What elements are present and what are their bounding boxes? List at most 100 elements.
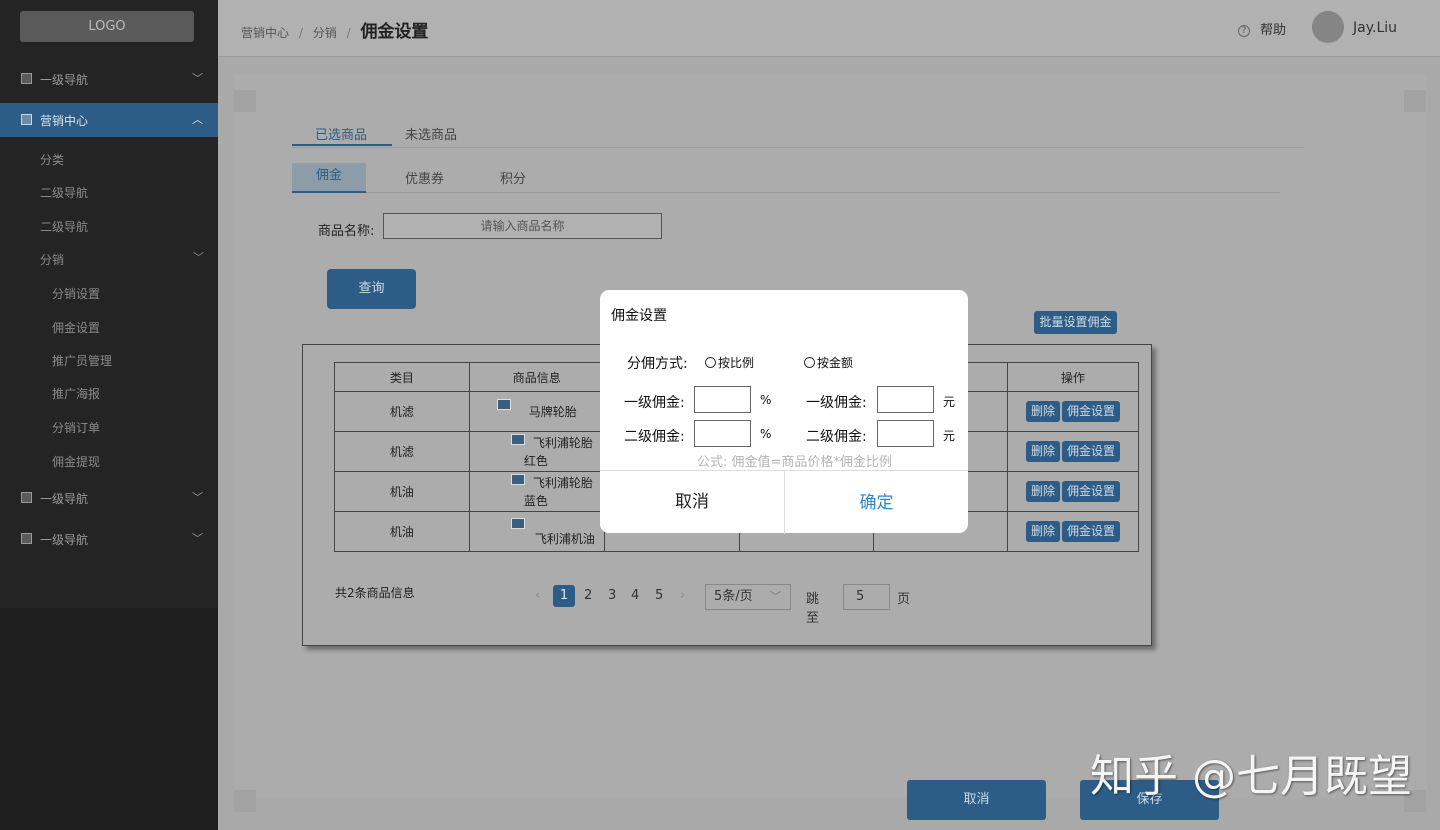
batch-commission-button[interactable]: 批量设置佣金 [1034, 311, 1117, 334]
tab-unselected-goods[interactable]: 未选商品 [405, 124, 457, 143]
breadcrumb-marketing[interactable]: 营销中心 [241, 26, 289, 40]
sidebar-item-nav3[interactable]: 一级导航 ﹀ [0, 522, 218, 556]
level2-amount-label: 二级佣金: [806, 429, 867, 445]
goods-tabs: 已选商品 未选商品 [292, 120, 1304, 148]
corner-decoration [234, 90, 256, 112]
breadcrumb-separator: / [346, 26, 351, 40]
jump-input[interactable]: 5 [843, 584, 890, 610]
help-link[interactable]: ? 帮助 [1238, 19, 1286, 38]
dialog-title: 佣金设置 [611, 308, 667, 324]
commission-setting-button[interactable]: 佣金设置 [1062, 481, 1121, 502]
sidebar-subitem-orders[interactable]: 分销订单 [52, 419, 100, 436]
chevron-down-icon: ﹀ [770, 590, 781, 603]
image-icon [510, 517, 525, 529]
chevron-up-icon: ︿ [192, 113, 203, 126]
goods-name-input[interactable]: 请输入商品名称 [383, 213, 662, 239]
mode-label: 分佣方式: [627, 356, 688, 372]
commission-setting-button[interactable]: 佣金设置 [1062, 521, 1121, 542]
menu-square-icon [21, 492, 32, 503]
tab-points[interactable]: 积分 [500, 168, 526, 187]
sidebar-item-nav1[interactable]: 一级导航 ﹀ [0, 62, 218, 96]
page-size-value: 5条/页 [714, 589, 753, 604]
level2-ratio-input[interactable] [694, 420, 751, 447]
sidebar-subitem-nav2b[interactable]: 二级导航 [40, 218, 88, 235]
level2-ratio-label: 二级佣金: [624, 429, 685, 445]
dialog-cancel-button[interactable]: 取消 [600, 471, 785, 534]
percent-unit: % [760, 427, 772, 441]
delete-button[interactable]: 删除 [1026, 441, 1061, 462]
sidebar-subitem-promoter[interactable]: 推广员管理 [52, 352, 112, 369]
chevron-down-icon: ﹀ [192, 491, 203, 504]
level1-ratio-input[interactable] [694, 386, 751, 413]
page-5[interactable]: 5 [655, 588, 663, 603]
sidebar-subitem-classify[interactable]: 分类 [40, 151, 64, 168]
cell-actions: 删除 佣金设置 [1007, 431, 1139, 472]
jump-label: 跳至 [806, 592, 820, 626]
page-size-select[interactable]: 5条/页 ﹀ [705, 584, 791, 610]
col-header-actions: 操作 [1007, 362, 1139, 392]
avatar[interactable] [1312, 11, 1344, 43]
sidebar-subitem-commission-setting[interactable]: 佣金设置 [52, 319, 100, 336]
cell-category: 机滤 [334, 391, 470, 432]
delete-button[interactable]: 删除 [1026, 481, 1061, 502]
page-3[interactable]: 3 [608, 588, 616, 603]
sidebar: LOGO 一级导航 ﹀ 营销中心 ︿ 分类 二级导航 二级导航 分销 ﹀ 分销设… [0, 0, 218, 830]
chevron-down-icon: ﹀ [193, 251, 204, 264]
sidebar-item-nav2[interactable]: 一级导航 ﹀ [0, 481, 218, 515]
sidebar-item-marketing[interactable]: 营销中心 ︿ [0, 103, 218, 137]
commission-setting-button[interactable]: 佣金设置 [1062, 441, 1121, 462]
tab-commission[interactable]: 佣金 [292, 163, 366, 193]
user-name[interactable]: Jay.Liu [1353, 20, 1397, 36]
radio-by-ratio[interactable]: 按比例 [705, 354, 754, 371]
sidebar-subitem-nav2a[interactable]: 二级导航 [40, 184, 88, 201]
page-4[interactable]: 4 [631, 588, 639, 603]
sidebar-subitem-poster[interactable]: 推广海报 [52, 385, 100, 402]
cancel-button[interactable]: 取消 [907, 780, 1046, 820]
total-count: 共2条商品信息 [335, 586, 415, 600]
dialog-confirm-button[interactable]: 确定 [785, 471, 968, 534]
level1-ratio-label: 一级佣金: [624, 395, 685, 411]
sidebar-item-label: 一级导航 [40, 73, 89, 87]
goods-name: 飞利浦机油 [534, 531, 595, 546]
prev-page-button[interactable]: ‹ [535, 588, 540, 603]
delete-button[interactable]: 删除 [1026, 521, 1061, 542]
cell-goods-info: 飞利浦轮胎 蓝色 [468, 471, 605, 512]
next-page-button[interactable]: › [680, 588, 685, 603]
sidebar-subitem-fenxiao-setting[interactable]: 分销设置 [52, 285, 100, 302]
logo: LOGO [20, 11, 194, 42]
menu-square-icon [21, 73, 32, 84]
goods-name: 马牌轮胎 [528, 405, 577, 419]
breadcrumb-fenxiao[interactable]: 分销 [313, 26, 337, 40]
page-word: 页 [897, 592, 911, 607]
col-header-goods-info: 商品信息 [468, 362, 605, 392]
page-2[interactable]: 2 [584, 588, 592, 603]
sidebar-subitem-withdraw[interactable]: 佣金提现 [52, 453, 100, 470]
goods-variant: 蓝色 [523, 493, 548, 508]
goods-name: 飞利浦轮胎 [532, 435, 593, 450]
tab-selected-goods[interactable]: 已选商品 [315, 124, 367, 143]
formula-hint: 公式: 佣金值=商品价格*佣金比例 [697, 455, 892, 470]
cell-actions: 删除 佣金设置 [1007, 471, 1139, 512]
radio-by-amount[interactable]: 按金额 [804, 354, 853, 371]
cell-goods-info: 飞利浦机油 [468, 511, 605, 552]
sidebar-subitem-fenxiao[interactable]: 分销 ﹀ [40, 251, 210, 268]
cell-goods-info: 马牌轮胎 [468, 391, 605, 432]
top-header: 营销中心 / 分销 / 佣金设置 ? 帮助 Jay.Liu [218, 0, 1440, 57]
delete-button[interactable]: 删除 [1026, 401, 1061, 422]
reward-tabs: 佣金 优惠券 积分 [292, 163, 1280, 193]
tab-label: 佣金 [315, 168, 342, 183]
radio-circle-icon [705, 357, 716, 368]
page-1[interactable]: 1 [553, 585, 575, 607]
radio-label: 按金额 [817, 356, 854, 370]
question-icon: ? [1238, 25, 1250, 37]
chevron-down-icon: ﹀ [192, 532, 203, 545]
tab-coupon[interactable]: 优惠券 [405, 168, 444, 187]
commission-setting-button[interactable]: 佣金设置 [1062, 401, 1121, 422]
level2-amount-input[interactable] [877, 420, 934, 447]
cell-category: 机滤 [334, 431, 470, 472]
query-button[interactable]: 查询 [327, 269, 416, 309]
level1-amount-label: 一级佣金: [806, 395, 867, 411]
goods-name: 飞利浦轮胎 [532, 475, 593, 490]
menu-square-icon [21, 114, 32, 125]
level1-amount-input[interactable] [877, 386, 934, 413]
